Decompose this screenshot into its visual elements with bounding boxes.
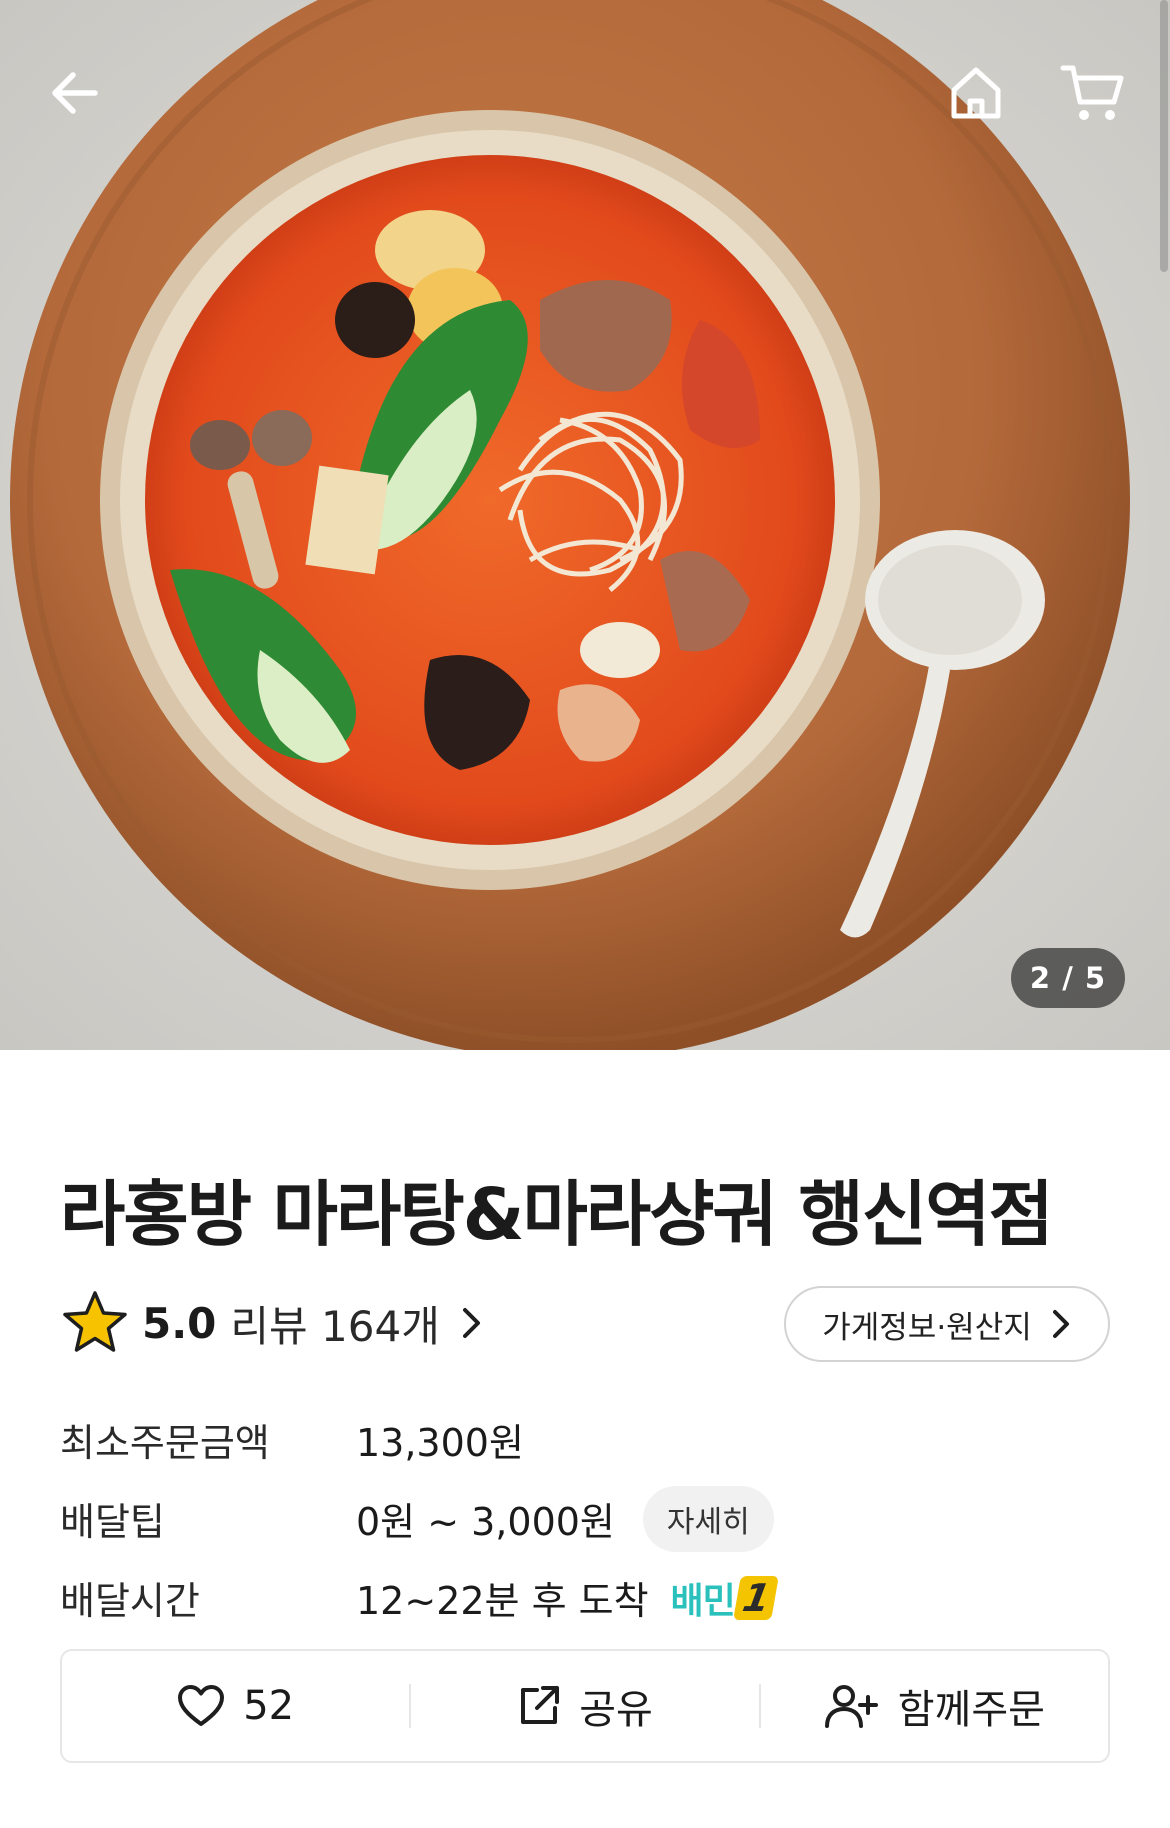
delivery-info: 최소주문금액 13,300원 배달팁 0원 ~ 3,000원 자세히 배달시간 … <box>60 1400 1110 1637</box>
image-pager-indicator: 2 / 5 <box>1011 948 1125 1008</box>
delivery-time-row: 배달시간 12~22분 후 도착 배민 1 <box>60 1558 1110 1637</box>
cart-button[interactable] <box>1048 48 1138 138</box>
delivery-tip-row: 배달팁 0원 ~ 3,000원 자세히 <box>60 1479 1110 1558</box>
rating-score: 5.0 <box>142 1298 217 1348</box>
store-name: 라홍방 마라탕&마라샹궈 행신역점 <box>60 1173 1054 1256</box>
baemin-one-badge: 배민 1 <box>670 1572 779 1624</box>
share-label: 공유 <box>579 1687 653 1733</box>
min-order-row: 최소주문금액 13,300원 <box>60 1400 1110 1479</box>
action-bar: 52 공유 함께주문 <box>60 1649 1110 1763</box>
home-button[interactable] <box>931 48 1021 138</box>
store-info-label: 가게정보·원산지 <box>822 1309 1032 1346</box>
group-order-button[interactable]: 함께주문 <box>761 1651 1108 1761</box>
rating-reviews-link[interactable]: 5.0 리뷰 164개 <box>62 1288 486 1358</box>
chevron-right-icon <box>462 1308 480 1338</box>
delivery-tip-value: 0원 ~ 3,000원 <box>356 1500 615 1544</box>
like-count: 52 <box>243 1683 295 1729</box>
share-button[interactable]: 공유 <box>411 1651 758 1761</box>
heart-icon <box>178 1685 225 1726</box>
add-person-icon <box>824 1685 878 1728</box>
review-count: 리뷰 164개 <box>230 1301 440 1351</box>
share-icon <box>521 1686 560 1724</box>
group-order-label: 함께주문 <box>897 1687 1045 1733</box>
like-button[interactable]: 52 <box>62 1651 409 1761</box>
baemin-badge-text: 배민 <box>670 1580 736 1622</box>
min-order-label: 최소주문금액 <box>60 1421 270 1465</box>
min-order-value: 13,300원 <box>356 1421 524 1465</box>
chevron-right-icon <box>1052 1310 1069 1338</box>
delivery-time-value: 12~22분 후 도착 <box>356 1579 649 1623</box>
store-info-origin-button[interactable]: 가게정보·원산지 <box>784 1286 1110 1362</box>
delivery-time-label: 배달시간 <box>60 1579 200 1623</box>
back-button[interactable] <box>30 48 120 138</box>
delivery-tip-label: 배달팁 <box>60 1500 165 1544</box>
top-navigation <box>0 0 1170 190</box>
baemin-badge-number: 1 <box>732 1575 779 1620</box>
home-icon <box>951 67 1001 119</box>
arrow-left-icon <box>52 72 98 114</box>
cart-icon <box>1060 65 1124 120</box>
hero-image[interactable]: 2 / 5 <box>0 0 1170 1050</box>
star-icon <box>63 1291 127 1352</box>
delivery-tip-detail-button[interactable]: 자세히 <box>642 1485 774 1552</box>
